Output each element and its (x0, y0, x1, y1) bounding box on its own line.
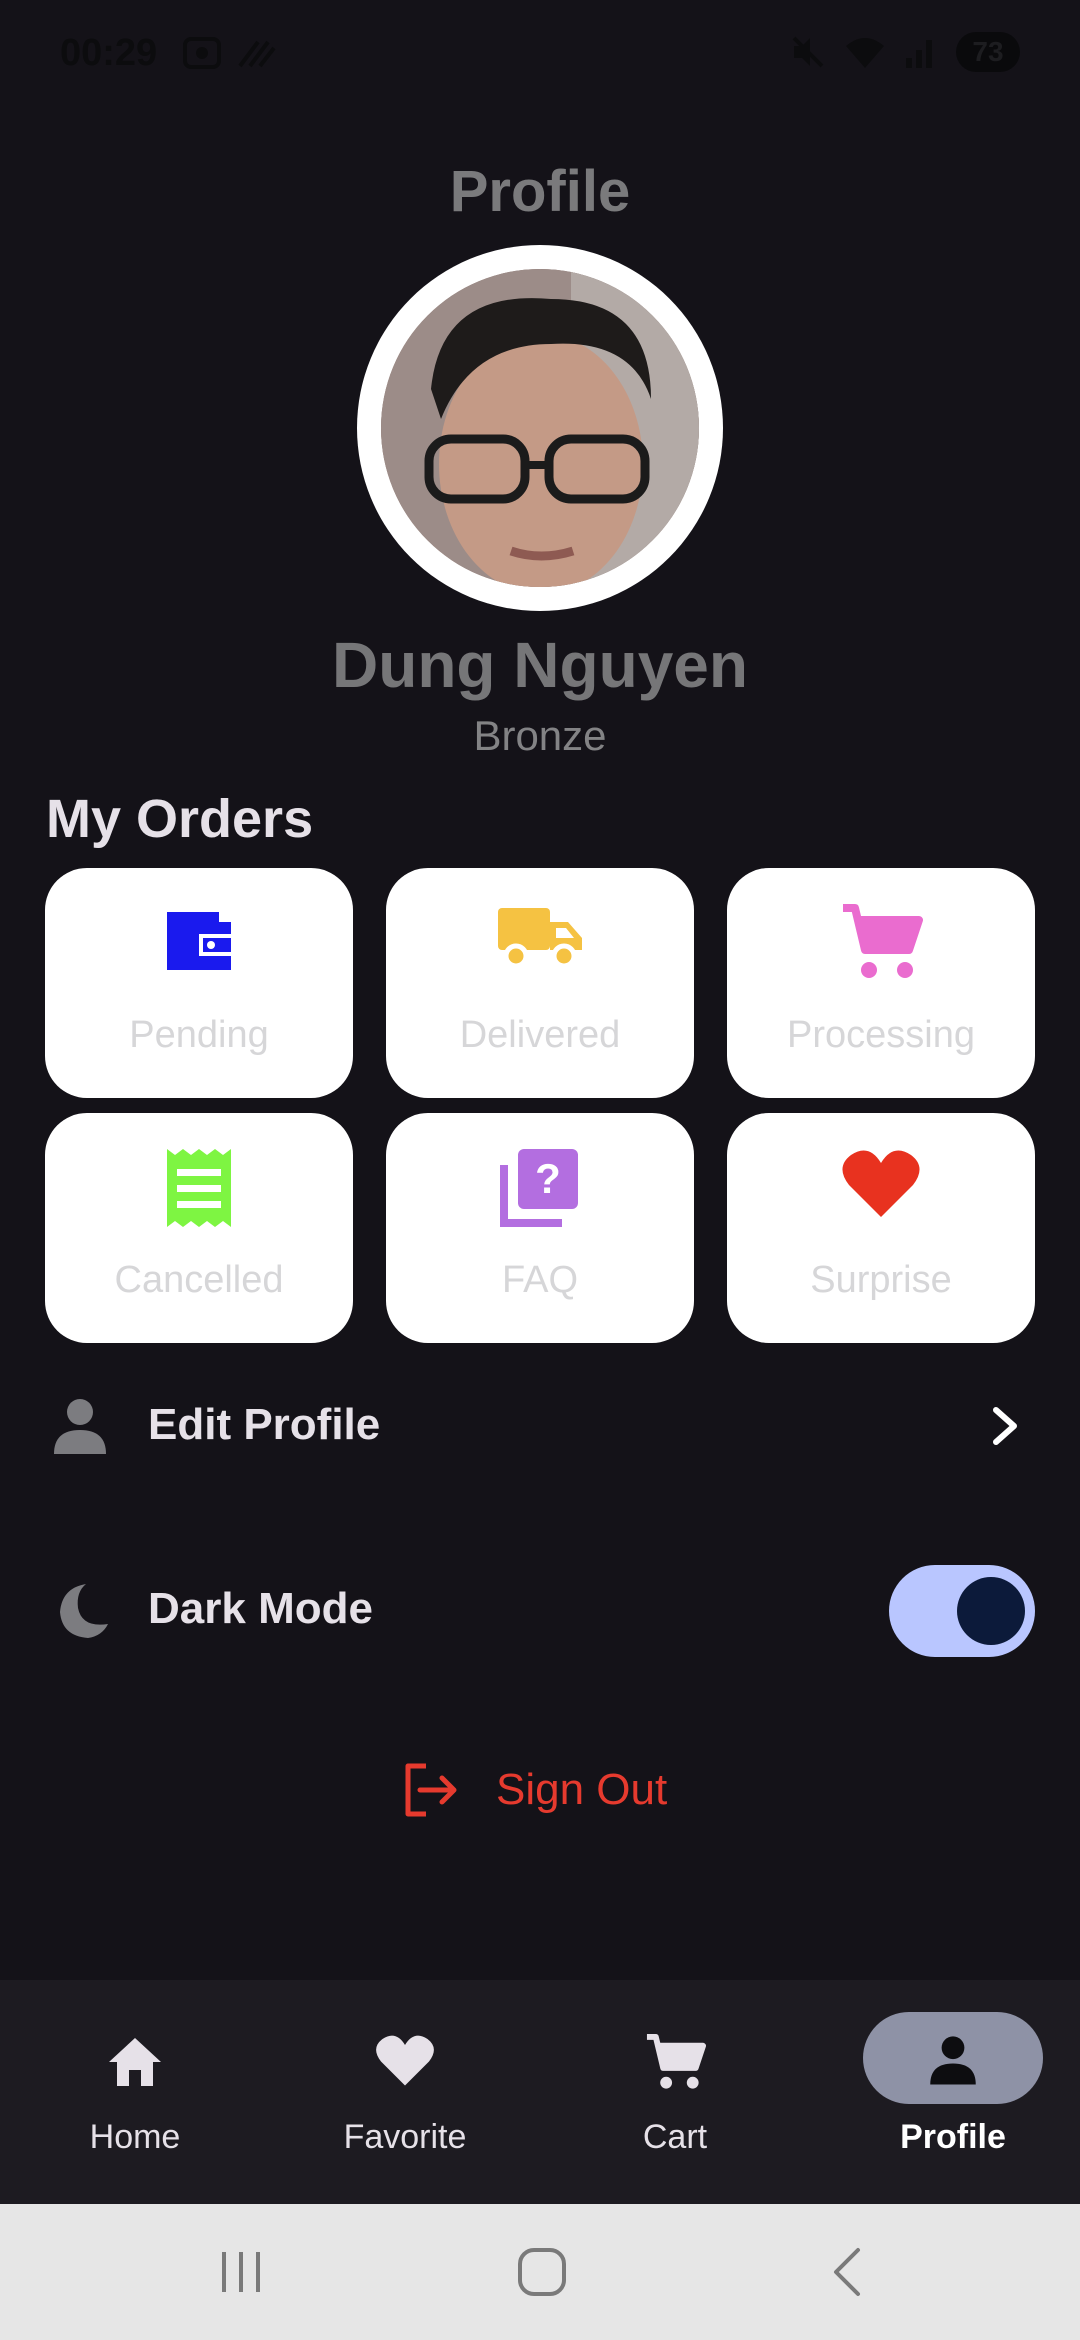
heart-icon (376, 2035, 434, 2086)
order-card-faq[interactable]: ? FAQ (386, 1113, 694, 1343)
status-left-icons (182, 36, 276, 70)
back-icon[interactable] (826, 2242, 870, 2302)
dark-mode-label: Dark Mode (148, 1584, 373, 1633)
wifi-icon (846, 38, 884, 68)
signal-icon (906, 40, 932, 68)
avatar-frame[interactable] (357, 245, 723, 611)
nav-label: Favorite (343, 2118, 467, 2156)
order-card-processing[interactable]: Processing (727, 868, 1035, 1098)
sign-out-label: Sign Out (496, 1765, 668, 1814)
dark-mode-toggle[interactable] (889, 1565, 1035, 1657)
question-icon: ? (500, 1149, 578, 1227)
profile-screen: 00:29 73 Profile Dung Nguyen Bronze My O… (0, 0, 1080, 2340)
toggle-knob (957, 1577, 1025, 1645)
status-time: 00:29 (60, 32, 158, 74)
nav-label: Profile (900, 2118, 1006, 2156)
order-label: Pending (129, 1014, 269, 1056)
person-icon (930, 2036, 976, 2085)
logout-icon (405, 1763, 457, 1817)
order-card-surprise[interactable]: Surprise (727, 1113, 1035, 1343)
nav-profile[interactable]: Profile (818, 1980, 1080, 2204)
status-bar: 00:29 73 (0, 0, 1080, 110)
home-icon (109, 2038, 161, 2086)
bottom-nav: Home Favorite Cart Profile (0, 1980, 1080, 2204)
status-right-icons: 73 (790, 32, 1020, 72)
truck-icon (498, 908, 582, 969)
edit-profile-row[interactable]: Edit Profile (0, 1366, 1080, 1486)
receipt-icon (167, 1149, 231, 1227)
nav-home[interactable]: Home (0, 1980, 270, 2204)
chevron-right-icon (993, 1407, 1017, 1445)
page-title: Profile (449, 159, 631, 224)
avatar (381, 269, 699, 587)
signal-sync-icon (238, 40, 276, 68)
wallet-icon (167, 912, 231, 970)
avatar-photo (381, 269, 699, 587)
mute-icon (792, 36, 824, 68)
nav-favorite[interactable]: Favorite (270, 1980, 540, 2204)
my-orders-title: My Orders (46, 789, 314, 849)
nav-label: Cart (642, 2118, 708, 2156)
order-card-cancelled[interactable]: Cancelled (45, 1113, 353, 1343)
moon-icon (60, 1584, 108, 1638)
home-button-icon[interactable] (514, 2242, 570, 2302)
recent-apps-icon[interactable] (216, 2242, 266, 2302)
order-card-delivered[interactable]: Delivered (386, 868, 694, 1098)
svg-text:?: ? (535, 1155, 561, 1202)
order-label: Surprise (810, 1259, 952, 1301)
person-icon (54, 1399, 106, 1454)
order-label: Delivered (459, 1014, 621, 1056)
sign-out-button[interactable]: Sign Out (400, 1760, 667, 1820)
nav-cart[interactable]: Cart (540, 1980, 810, 2204)
system-nav-bar (0, 2204, 1080, 2340)
edit-profile-label: Edit Profile (148, 1400, 381, 1449)
nav-label: Home (89, 2118, 181, 2156)
cart-icon (843, 904, 923, 978)
order-label: FAQ (501, 1259, 579, 1301)
order-card-pending[interactable]: Pending (45, 868, 353, 1098)
battery-indicator: 73 (956, 32, 1020, 72)
screen-record-icon (183, 37, 221, 69)
cart-icon (646, 2033, 706, 2089)
user-tier: Bronze (473, 712, 607, 759)
heart-icon (842, 1150, 920, 1217)
order-label: Processing (787, 1014, 975, 1056)
user-name: Dung Nguyen (332, 629, 748, 701)
order-label: Cancelled (114, 1259, 284, 1301)
